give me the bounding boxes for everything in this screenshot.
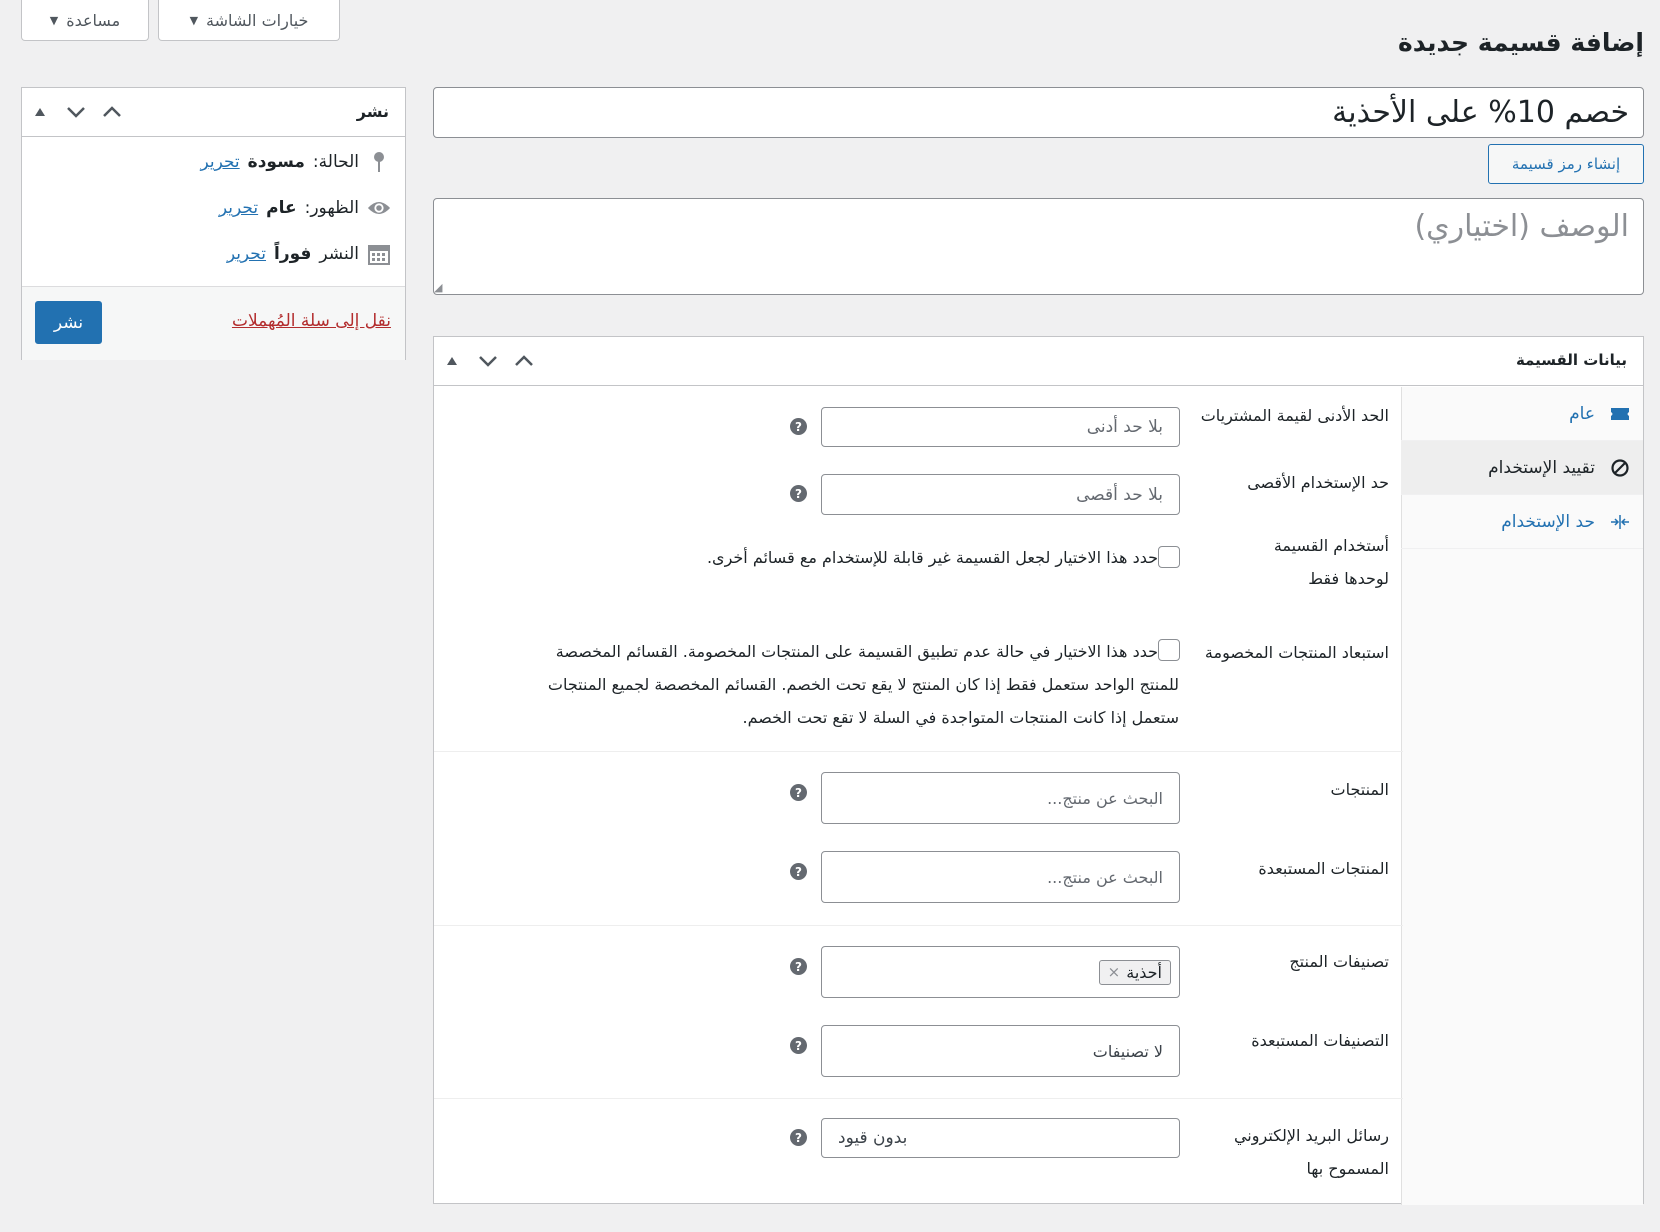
allowed-emails-input[interactable]: بدون قيود (821, 1118, 1180, 1158)
exclude-categories-input[interactable]: لا تصنيفات (821, 1025, 1180, 1077)
tab-usage-restriction[interactable]: تقييد الإستخدام (1401, 441, 1643, 495)
visibility-label: الظهور: (304, 198, 359, 218)
help-icon[interactable]: ? (790, 485, 807, 502)
coupon-data-title: بيانات القسيمة (1515, 351, 1627, 369)
move-to-trash-link[interactable]: نقل إلى سلة المُهملات (232, 311, 391, 331)
allowed-emails-label-line1: رسائل البريد الإلكتروني (1233, 1126, 1389, 1145)
tab-general[interactable]: عام (1401, 387, 1643, 441)
chevron-up-icon[interactable] (508, 345, 540, 377)
exclude-sale-description-cont: للمنتج الواحد ستعمل فقط إذا كان المنتج ل… (548, 668, 1179, 734)
help-label: مساعدة (66, 10, 121, 30)
help-icon[interactable]: ? (790, 958, 807, 975)
max-spend-label: حد الإستخدام الأقصى (1247, 473, 1389, 492)
chevron-down-icon[interactable] (60, 96, 92, 128)
exclude-sale-description-line3: ستعمل إذا كانت المنتجات المتواجدة في الس… (742, 708, 1179, 727)
publish-button[interactable]: نشر (35, 301, 102, 344)
publish-label: النشر (319, 244, 359, 264)
calendar-icon (367, 242, 391, 266)
page-title: إضافة قسيمة جديدة (1397, 28, 1644, 57)
edit-status-link[interactable]: تحرير (200, 152, 239, 172)
generate-coupon-code-button[interactable]: إنشاء رمز قسيمة (1488, 144, 1644, 184)
allowed-emails-label: رسائل البريد الإلكتروني المسموح بها (1234, 1119, 1389, 1185)
coupon-data-box: بيانات القسيمة عام تقييد الإستخدام حد ال… (433, 336, 1644, 1205)
move-up-icon[interactable] (436, 345, 468, 377)
exclude-sale-checkbox[interactable] (1158, 639, 1180, 661)
individual-use-checkbox[interactable] (1158, 546, 1180, 568)
limit-icon (1609, 514, 1631, 530)
edit-publish-date-link[interactable]: تحرير (227, 244, 266, 264)
resize-handle-icon[interactable]: ◢ (434, 281, 442, 294)
min-spend-label: الحد الأدنى لقيمة المشتريات (1200, 406, 1389, 425)
help-tab[interactable]: ▼ مساعدة (21, 0, 149, 41)
screen-options-label: خيارات الشاشة (206, 10, 309, 30)
publish-actions: نقل إلى سلة المُهملات نشر (22, 286, 405, 360)
eye-icon (367, 196, 391, 220)
coupon-data-header: بيانات القسيمة (434, 337, 1643, 386)
coupon-description-textarea[interactable]: الوصف (اختياري) (433, 198, 1644, 295)
products-label: المنتجات (1330, 780, 1390, 799)
status-label: الحالة: (312, 152, 359, 172)
publish-box-header: نشر (22, 88, 405, 137)
publish-box-title: نشر (356, 102, 389, 121)
pin-icon (367, 150, 391, 174)
individual-use-label-line2: لوحدها فقط (1308, 569, 1389, 588)
block-icon (1609, 458, 1631, 478)
divider (434, 751, 1403, 752)
divider (434, 1098, 1403, 1099)
individual-use-description: حدد هذا الاختيار لجعل القسيمة غير قابلة … (706, 548, 1158, 567)
tab-usage-restriction-label: تقييد الإستخدام (1488, 457, 1595, 478)
tab-usage-limits[interactable]: حد الإستخدام (1401, 495, 1643, 549)
exclude-sale-description: حدد هذا الاختيار في حالة عدم تطبيق القسي… (556, 635, 1158, 668)
help-icon[interactable]: ? (790, 1129, 807, 1146)
exclude-products-search-input[interactable]: البحث عن منتج... (821, 851, 1180, 903)
publish-box: نشر الحالة: مسودة تحرير الظهور: عام تحري… (21, 87, 406, 360)
help-icon[interactable]: ? (790, 1037, 807, 1054)
exclude-sale-label: استبعاد المنتجات المخصومة (1204, 643, 1389, 662)
category-chip-label: أحذية (1126, 962, 1162, 982)
coupon-data-tabs: عام تقييد الإستخدام حد الإستخدام (1401, 387, 1643, 1205)
divider (434, 925, 1403, 926)
chevron-up-icon[interactable] (96, 96, 128, 128)
min-spend-input[interactable]: بلا حد أدنى (821, 407, 1180, 447)
description-placeholder: الوصف (اختياري) (1414, 209, 1629, 244)
allowed-emails-value: بدون قيود (838, 1128, 908, 1148)
caret-down-icon: ▼ (189, 13, 199, 27)
category-chip: أحذية × (1098, 959, 1171, 985)
help-icon[interactable]: ? (790, 418, 807, 435)
visibility-row: الظهور: عام تحرير (219, 196, 391, 220)
visibility-value: عام (266, 198, 297, 218)
product-categories-label: تصنيفات المنتج (1289, 952, 1389, 971)
move-up-icon[interactable] (24, 96, 56, 128)
tab-general-label: عام (1569, 403, 1595, 424)
exclude-sale-description-line2: للمنتج الواحد ستعمل فقط إذا كان المنتج ل… (547, 675, 1179, 694)
coupon-code-input[interactable]: خصم 10% على الأحذية (433, 87, 1644, 138)
ticket-icon (1609, 406, 1631, 422)
caret-down-icon: ▼ (49, 13, 59, 27)
exclude-categories-label: التصنيفات المستبعدة (1251, 1031, 1389, 1050)
status-value: مسودة (247, 152, 305, 172)
help-icon[interactable]: ? (790, 784, 807, 801)
product-categories-input[interactable]: أحذية × (821, 946, 1180, 998)
individual-use-label: أستخدام القسيمة لوحدها فقط (1274, 529, 1389, 595)
tab-usage-limits-label: حد الإستخدام (1501, 511, 1595, 532)
status-row: الحالة: مسودة تحرير (200, 150, 391, 174)
products-search-input[interactable]: البحث عن منتج... (821, 772, 1180, 824)
edit-visibility-link[interactable]: تحرير (219, 198, 258, 218)
chevron-down-icon[interactable] (472, 345, 504, 377)
publish-date-row: النشر فوراً تحرير (227, 242, 391, 266)
remove-chip-icon[interactable]: × (1108, 963, 1121, 981)
individual-use-label-line1: أستخدام القسيمة (1273, 536, 1389, 555)
exclude-sale-description-line1: حدد هذا الاختيار في حالة عدم تطبيق القسي… (555, 642, 1158, 661)
max-spend-input[interactable]: بلا حد أقصى (821, 474, 1180, 515)
help-icon[interactable]: ? (790, 863, 807, 880)
screen-options-tab[interactable]: ▼ خيارات الشاشة (158, 0, 340, 41)
allowed-emails-label-line2: المسموح بها (1306, 1159, 1389, 1178)
publish-value: فوراً (274, 244, 312, 264)
exclude-products-label: المنتجات المستبعدة (1258, 859, 1389, 878)
